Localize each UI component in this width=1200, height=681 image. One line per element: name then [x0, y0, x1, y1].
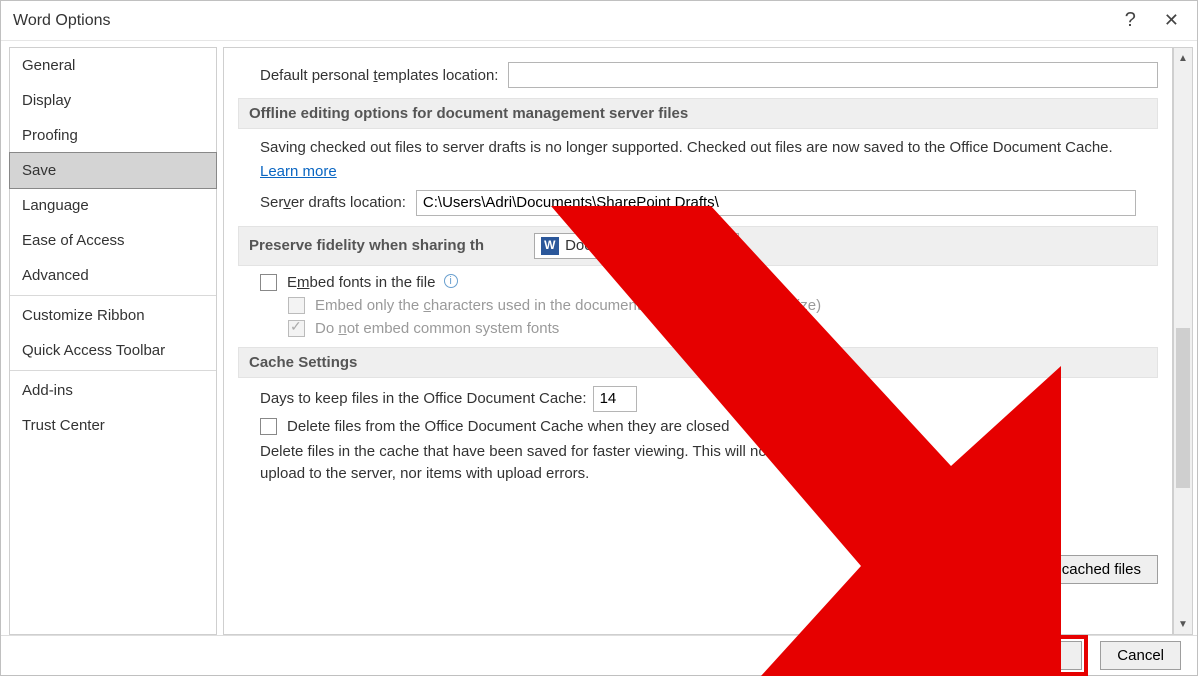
- cancel-button[interactable]: Cancel: [1100, 641, 1181, 670]
- fidelity-document-combo[interactable]: Document1 ▼: [534, 233, 739, 259]
- section-offline-editing: Offline editing options for document man…: [238, 98, 1158, 129]
- embed-chars-checkbox: [288, 297, 305, 314]
- chevron-down-icon: ▼: [722, 240, 732, 251]
- cache-note: Delete files in the cache that have been…: [260, 441, 960, 485]
- ok-highlight-annotation: OK: [1001, 635, 1089, 676]
- embed-common-label: Do not embed common system fonts: [315, 320, 559, 337]
- sidebar-item-customize-ribbon[interactable]: Customize Ribbon: [10, 298, 216, 333]
- templates-location-input[interactable]: [508, 62, 1158, 88]
- cache-delete-close-label: Delete files from the Office Document Ca…: [287, 418, 729, 435]
- sidebar-item-save[interactable]: Save: [9, 152, 217, 189]
- titlebar: Word Options ? ✕: [1, 1, 1197, 41]
- info-icon[interactable]: i: [444, 274, 458, 288]
- embed-chars-label: Embed only the characters used in the do…: [315, 297, 821, 314]
- scroll-thumb[interactable]: [1176, 328, 1190, 488]
- word-icon: [541, 237, 559, 255]
- embed-fonts-checkbox[interactable]: [260, 274, 277, 291]
- dialog-title: Word Options: [13, 12, 111, 30]
- category-sidebar: General Display Proofing Save Language E…: [9, 47, 217, 635]
- embed-common-checkbox: [288, 320, 305, 337]
- sidebar-item-proofing[interactable]: Proofing: [10, 118, 216, 153]
- server-drafts-input[interactable]: [416, 190, 1136, 216]
- vertical-scrollbar[interactable]: ▲ ▼: [1173, 47, 1193, 635]
- sidebar-item-add-ins[interactable]: Add-ins: [10, 373, 216, 408]
- embed-fonts-label: Embed fonts in the file i: [287, 274, 458, 291]
- ok-button[interactable]: OK: [1007, 641, 1083, 670]
- server-drafts-label: Server drafts location:: [260, 194, 406, 211]
- help-icon[interactable]: ?: [1107, 9, 1154, 32]
- sidebar-item-general[interactable]: General: [10, 48, 216, 83]
- fidelity-document-label: Document1: [565, 237, 642, 254]
- cache-days-label: Days to keep files in the Office Documen…: [260, 390, 587, 407]
- delete-cached-files-button[interactable]: Delete cached files: [997, 555, 1158, 584]
- sidebar-item-trust-center[interactable]: Trust Center: [10, 408, 216, 443]
- sidebar-item-quick-access-toolbar[interactable]: Quick Access Toolbar: [10, 333, 216, 368]
- sidebar-item-advanced[interactable]: Advanced: [10, 258, 216, 293]
- learn-more-link[interactable]: Learn more: [260, 163, 337, 180]
- scroll-down-icon[interactable]: ▼: [1174, 614, 1192, 634]
- dialog-footer: OK Cancel: [1, 635, 1197, 675]
- sidebar-item-display[interactable]: Display: [10, 83, 216, 118]
- word-options-dialog: Word Options ? ✕ General Display Proofin…: [0, 0, 1198, 676]
- cache-days-input[interactable]: [593, 386, 637, 412]
- scroll-up-icon[interactable]: ▲: [1174, 48, 1192, 68]
- offline-note: Saving checked out files to server draft…: [260, 137, 1158, 159]
- sidebar-item-language[interactable]: Language: [10, 188, 216, 223]
- templates-label: Default personal templates location:: [260, 67, 498, 84]
- section-preserve-fidelity: Preserve fidelity when sharing th Docume…: [238, 226, 1158, 266]
- section-cache-settings: Cache Settings: [238, 347, 1158, 378]
- close-icon[interactable]: ✕: [1154, 10, 1189, 31]
- sidebar-item-ease-of-access[interactable]: Ease of Access: [10, 223, 216, 258]
- cache-delete-close-checkbox[interactable]: [260, 418, 277, 435]
- options-content: Default personal templates location: Off…: [223, 47, 1173, 635]
